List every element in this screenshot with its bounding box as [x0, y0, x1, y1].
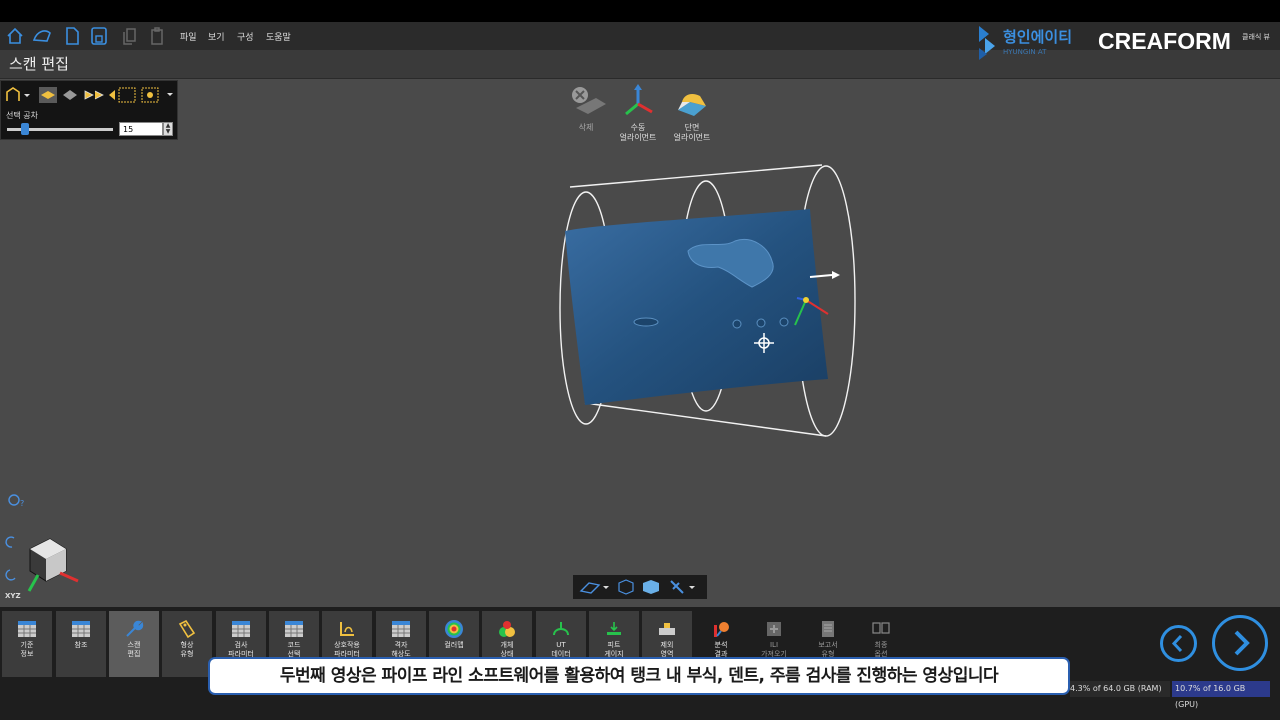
menu-file[interactable]: 파일 — [180, 30, 197, 43]
wrench-icon — [126, 620, 144, 637]
interaction-icon — [340, 622, 354, 636]
ribbon-label: 참조 — [74, 641, 88, 649]
selection-mode-tools — [3, 85, 175, 103]
plane-select-icon[interactable] — [63, 90, 77, 100]
clip-plane-icon[interactable] — [670, 580, 684, 594]
ribbon-feature-type[interactable]: 형상 유형 — [162, 611, 212, 677]
pit-gauge-icon — [607, 622, 621, 635]
ribbon-reference-info[interactable]: 기준 정보 — [2, 611, 52, 677]
video-subtitle: 두번째 영상은 파이프 라인 소프트웨어를 활용하여 탱크 내 부식, 덴트, … — [208, 657, 1070, 695]
ram-usage: 4.3% of 64.0 GB (RAM) — [1070, 681, 1170, 697]
ribbon-label: 컬러맵 — [444, 641, 464, 649]
section-alignment-tool[interactable]: 단면 얼라이먼트 — [668, 84, 716, 143]
ribbon-scan-edit[interactable]: 스캔 편집 — [109, 611, 159, 677]
tolerance-input[interactable]: 15 — [119, 122, 163, 136]
menu-help[interactable]: 도움말 — [266, 30, 291, 43]
colormap-icon — [445, 620, 463, 638]
solid-cube-icon[interactable] — [643, 580, 659, 594]
gpu-usage: 10.7% of 16.0 GB (GPU) — [1172, 681, 1270, 709]
partner-logo: 형인에이티 HYUNGIN AT — [975, 24, 1090, 64]
tools-dropdown-icon[interactable] — [167, 93, 173, 96]
manual-alignment-tool[interactable]: 수동 얼라이먼트 — [614, 84, 662, 143]
partner-logo-mark-icon — [979, 26, 995, 60]
classic-view-label[interactable]: 클래식 뷰 — [1242, 32, 1270, 42]
home-icon[interactable] — [4, 25, 26, 47]
scan-surface — [565, 209, 828, 405]
invert-select-icon[interactable] — [84, 90, 104, 100]
xyz-label: XYZ — [5, 592, 21, 600]
tolerance-label: 선택 공차 — [6, 111, 38, 120]
orientation-cube[interactable] — [27, 538, 79, 592]
ribbon-reference[interactable]: 참조 — [56, 611, 106, 677]
new-file-icon[interactable] — [61, 25, 83, 47]
ribbon-label: 스캔 편집 — [127, 641, 141, 658]
tolerance-spinner[interactable]: ▲ ▼ — [163, 122, 173, 136]
svg-text:?: ? — [20, 499, 24, 508]
table-icon — [72, 621, 90, 637]
tolerance-slider-thumb[interactable] — [21, 123, 30, 135]
render-mode-icon[interactable] — [579, 582, 601, 594]
final-options-icon — [872, 622, 890, 634]
page-title: 스캔 편집 — [9, 55, 69, 73]
scan-icon[interactable] — [31, 25, 53, 47]
ribbon-label: 형상 유형 — [180, 641, 194, 658]
rotate-left-icon[interactable] — [5, 536, 15, 548]
table-icon — [232, 621, 250, 637]
dropdown-arrow-icon[interactable] — [24, 94, 30, 97]
object-status-icon — [499, 621, 515, 637]
pipe-scan-view[interactable]: ? XYZ — [0, 79, 1280, 607]
chevron-right-icon — [1234, 630, 1250, 656]
analysis-icon — [714, 622, 729, 637]
selection-tolerance-panel: 선택 공차 15 ▲ ▼ — [0, 80, 178, 140]
previous-button[interactable] — [1160, 625, 1197, 662]
3d-viewport[interactable]: ? XYZ — [0, 79, 1280, 607]
tag-icon — [178, 619, 196, 639]
save-icon[interactable] — [88, 25, 110, 47]
table-icon — [392, 621, 410, 637]
ili-import-icon — [767, 622, 781, 636]
table-icon — [18, 621, 36, 637]
section-align-icon — [678, 94, 706, 116]
rotate-right-icon[interactable] — [5, 569, 16, 581]
manual-alignment-label: 수동 얼라이먼트 — [619, 123, 657, 142]
creaform-logo: CREAFORM — [1098, 28, 1231, 54]
wire-cube-icon[interactable] — [618, 579, 634, 595]
help-cursor-icon[interactable]: ? — [8, 494, 24, 508]
axes-align-icon — [625, 84, 653, 116]
partner-logo-text: 형인에이티 — [1003, 28, 1073, 46]
menu-view[interactable]: 보기 — [208, 30, 225, 43]
section-alignment-label: 단면 얼라이먼트 — [673, 123, 711, 142]
delete-tool: 삭제 — [563, 84, 609, 133]
delete-tool-label: 삭제 — [578, 123, 594, 132]
delete-cut-icon — [572, 87, 606, 114]
exclude-zone-icon — [659, 623, 675, 635]
lasso-select-icon[interactable] — [6, 87, 20, 101]
table-icon — [285, 621, 303, 637]
report-icon — [822, 621, 834, 637]
next-button[interactable] — [1212, 615, 1268, 671]
ribbon-label: 기준 정보 — [20, 641, 34, 658]
copy-icon — [120, 25, 142, 47]
chevron-left-icon — [1171, 634, 1183, 653]
menu-configure[interactable]: 구성 — [237, 30, 254, 43]
view-toolbar — [573, 575, 707, 599]
paste-icon — [146, 25, 168, 47]
grow-select-icon[interactable] — [109, 90, 115, 100]
ut-data-icon — [553, 622, 569, 636]
partner-logo-subtext: HYUNGIN AT — [1003, 48, 1047, 56]
